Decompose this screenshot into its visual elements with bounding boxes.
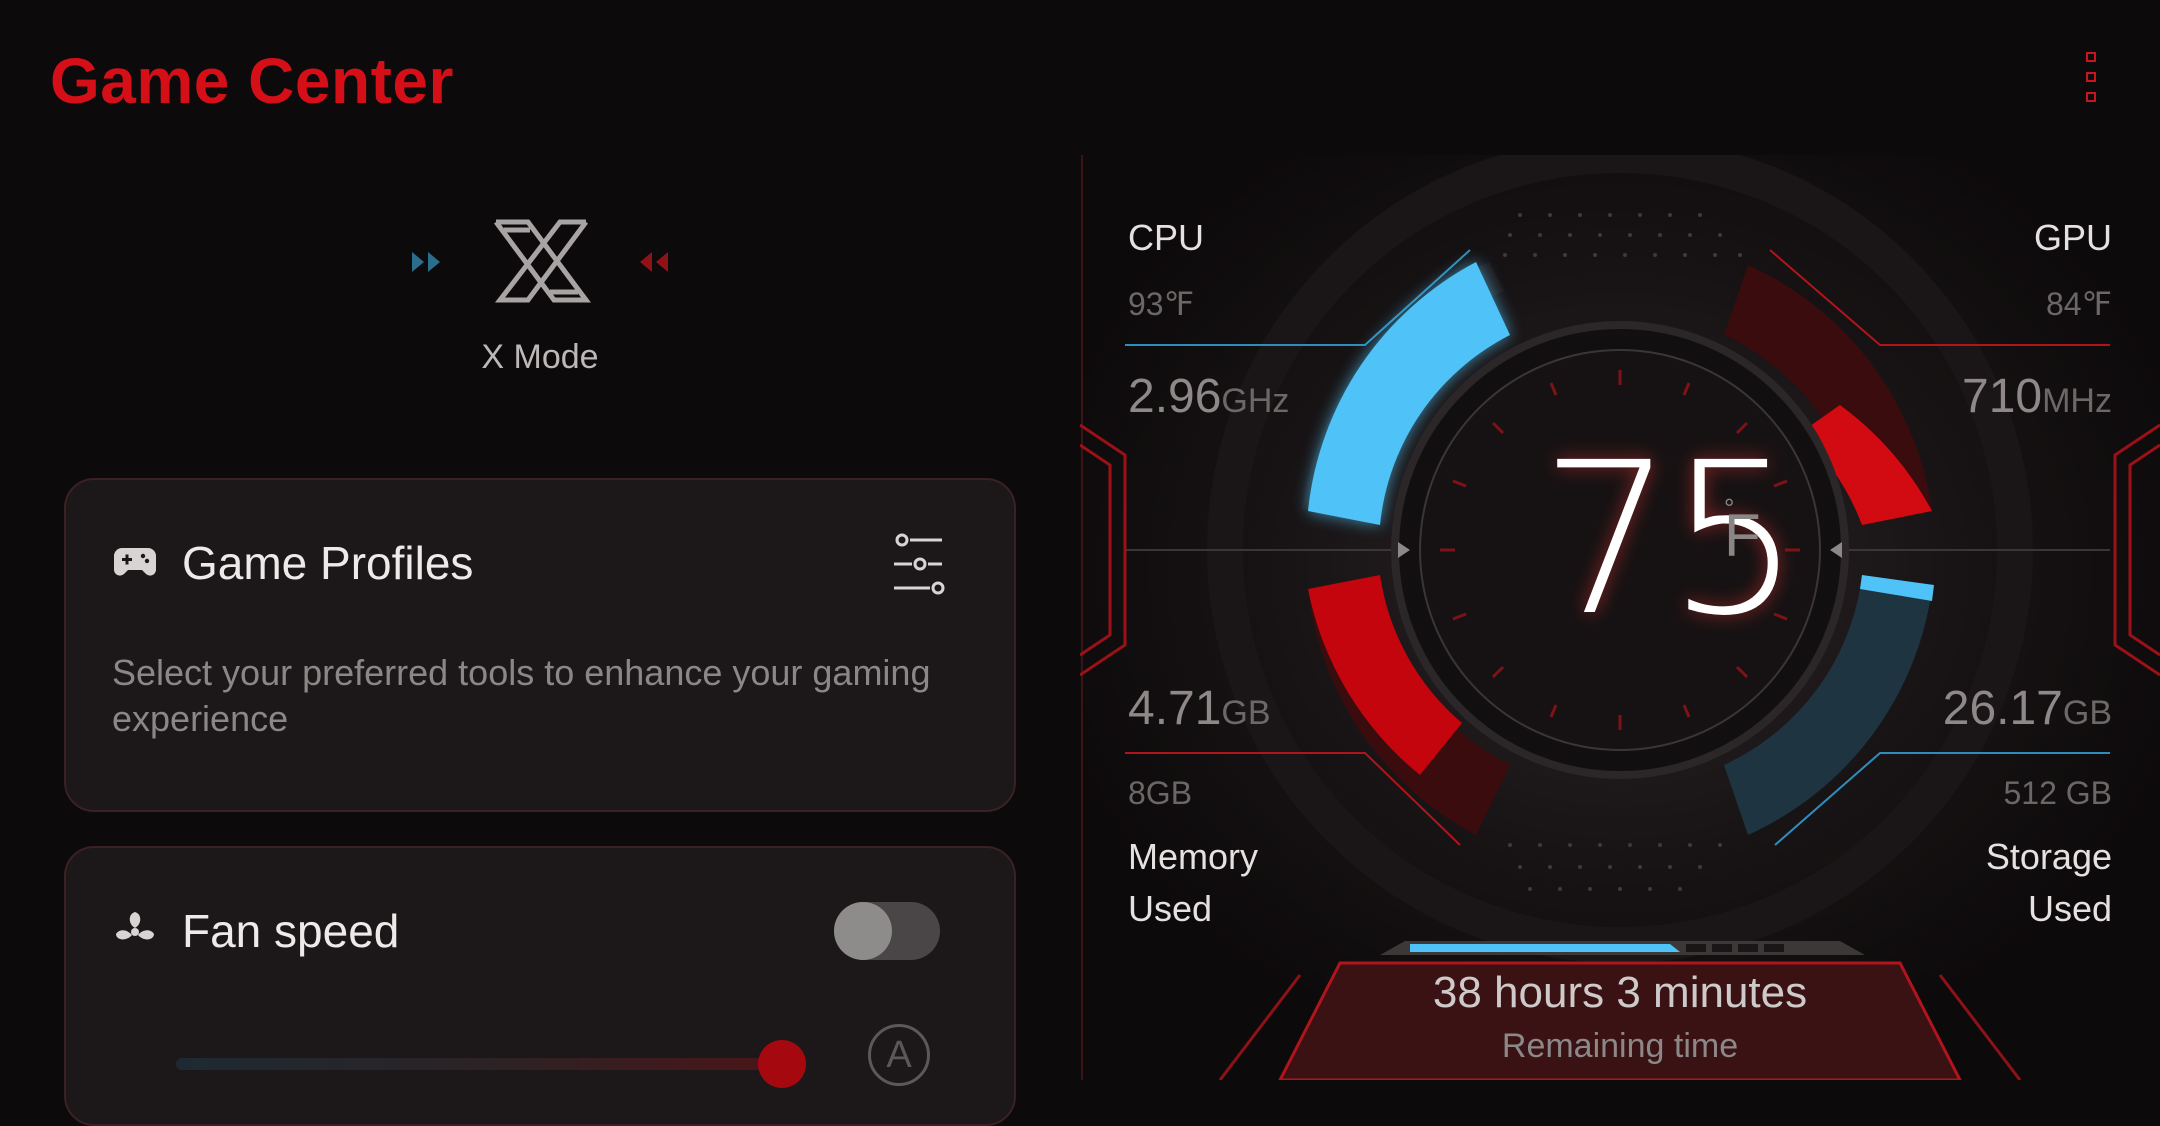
fan-speed-slider-thumb[interactable] (758, 1040, 806, 1088)
toggle-knob (834, 902, 892, 960)
storage-used-label: Storage Used (1985, 836, 2112, 929)
temperature-unit: F (1724, 502, 1761, 569)
game-profiles-description: Select your preferred tools to enhance y… (112, 652, 931, 739)
more-options-icon[interactable] (2076, 52, 2108, 108)
memory-used-label: Memory Used (1128, 836, 1259, 929)
gpu-label: GPU (2033, 217, 2112, 258)
storage-total: 512 GB (2003, 775, 2112, 811)
gpu-temp: 84℉ (2045, 286, 2112, 322)
fan-speed-slider-track[interactable] (176, 1058, 782, 1070)
x-mode-label: X Mode (481, 338, 599, 376)
cpu-label: CPU (1128, 217, 1205, 258)
game-profiles-card[interactable]: Game Profiles Select your preferred tool… (64, 478, 1016, 812)
memory-used-value: 4.71GB (1128, 682, 1271, 735)
x-mode-button[interactable]: X Mode (400, 210, 680, 390)
battery-level-bar (1410, 944, 1680, 952)
tune-settings-icon[interactable] (892, 532, 952, 596)
cpu-temp: 93℉ (1128, 286, 1195, 322)
fan-speed-card: Fan speed A (64, 846, 1016, 1126)
memory-total: 8GB (1128, 775, 1193, 811)
fan-speed-toggle[interactable] (834, 902, 940, 960)
x-mode-icon (412, 219, 668, 303)
fan-speed-title: Fan speed (182, 905, 400, 957)
fan-auto-button[interactable]: A (868, 1024, 930, 1086)
storage-used-value: 26.17GB (1942, 682, 2112, 735)
game-profiles-title: Game Profiles (182, 537, 474, 589)
gpu-frequency: 710MHz (1962, 370, 2112, 423)
gamepad-icon (114, 548, 156, 576)
battery-remaining-caption: Remaining time (1501, 1027, 1739, 1065)
cpu-frequency: 2.96GHz (1128, 370, 1290, 423)
app-title: Game Center (50, 45, 454, 117)
battery-remaining-time: 38 hours 3 minutes (1432, 968, 1808, 1017)
system-dashboard: CPU 93℉ 2.96GHz GPU 84℉ 710MHz 4.71GB 8G… (1080, 155, 2160, 1080)
fan-icon (116, 912, 154, 940)
